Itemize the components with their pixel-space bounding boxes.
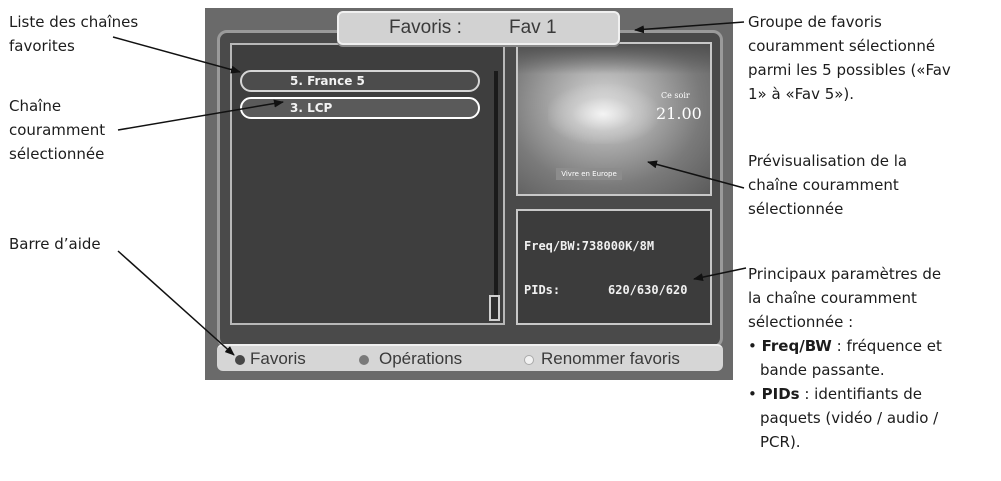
arrow-current-channel: [117, 99, 284, 131]
arrow-help-bar: [117, 250, 235, 356]
arrow-favorite-list: [112, 36, 241, 74]
arrow-preview: [647, 160, 745, 189]
arrow-favorite-group: [634, 21, 745, 34]
annotation-arrows: [112, 21, 747, 356]
arrow-parameters: [693, 267, 747, 282]
